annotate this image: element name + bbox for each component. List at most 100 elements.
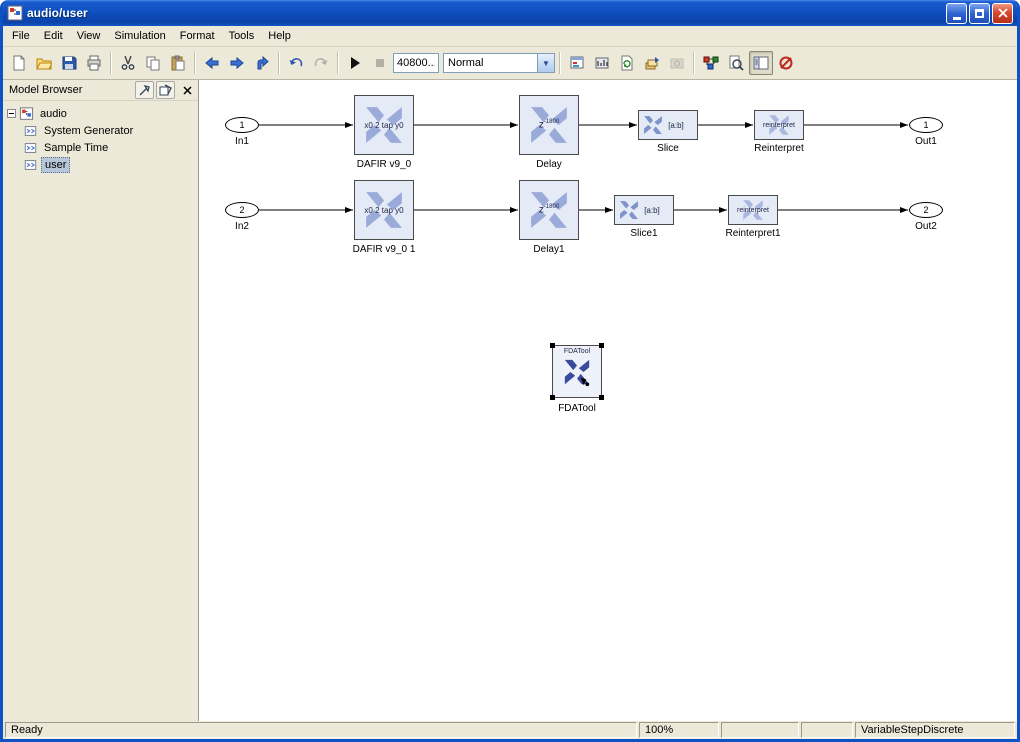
block-text: x0 2 tap y0 [364,120,404,130]
tree-item-audio[interactable]: audio [5,105,196,122]
status-cell [721,722,799,738]
block-text: reinterpret [763,121,795,129]
menu-help[interactable]: Help [261,28,298,44]
undo-button[interactable] [284,51,308,75]
block-text: z-1800 [538,204,560,216]
library-links-toggle-button[interactable] [135,81,154,99]
reinterpret-block[interactable]: reinterpret [754,110,804,140]
model-browser-tree: audio System Generator Sample Time user [3,101,198,721]
block-text: FDATool [563,348,591,355]
forward-button[interactable] [225,51,249,75]
fdatool-block[interactable]: FDATool [550,343,604,400]
simulation-mode-dropdown[interactable]: Normal ▼ [443,53,555,73]
delay-block[interactable]: z-1800 [519,95,579,155]
block-label: Slice1 [630,228,658,239]
selection-handle[interactable] [550,343,555,348]
block-text: x0 2 tap y0 [364,205,404,215]
collapse-icon[interactable] [7,109,16,118]
minimize-button[interactable] [946,2,967,24]
block-label: Reinterpret1 [725,228,781,239]
redo-button[interactable] [309,51,333,75]
model-browser-toggle-button[interactable] [749,51,773,75]
tree-item-sample-time[interactable]: Sample Time [5,139,196,156]
menu-format[interactable]: Format [173,28,222,44]
target-connection-button[interactable] [774,51,798,75]
redo-icon [314,58,328,67]
outport-block[interactable]: 2 [909,202,943,218]
library-browser-button[interactable] [699,51,723,75]
xilinx-logo-icon [562,356,590,387]
slice-block[interactable]: [a:b] [614,195,674,225]
close-icon [182,85,192,95]
save-icon [62,56,77,70]
copy-icon [146,56,160,71]
model-explorer-button[interactable] [565,51,589,75]
block-label: Out2 [915,221,937,232]
back-icon [205,56,219,70]
menu-view[interactable]: View [70,28,108,44]
menu-file[interactable]: File [5,28,37,44]
tree-item-system-generator[interactable]: System Generator [5,122,196,139]
undo-icon [289,58,303,67]
masked-subsystems-toggle-button[interactable] [156,81,175,99]
selection-handle[interactable] [599,395,604,400]
library-browser-icon [703,56,719,70]
status-zoom: 100% [639,722,719,738]
build-button[interactable] [665,51,689,75]
close-icon [997,8,1008,18]
generate-code-button[interactable] [640,51,664,75]
copy-button[interactable] [141,51,165,75]
cut-button[interactable] [116,51,140,75]
go-to-parent-button[interactable] [250,51,274,75]
selection-handle[interactable] [550,395,555,400]
sample-time-display-button[interactable] [590,51,614,75]
block-text: [a:b] [668,120,684,130]
diagram-canvas[interactable]: 1 In1 x0 2 tap y0 DAFIR v9_0 z-1800 Dela… [199,80,1017,721]
model-browser-title: Model Browser [9,84,83,96]
tree-item-user[interactable]: user [5,156,196,173]
port-number: 1 [239,120,245,130]
delay-block[interactable]: z-1800 [519,180,579,240]
signal-lines [259,122,908,213]
block-label: Delay1 [533,244,565,255]
inport-block[interactable]: 2 [225,202,259,218]
paste-button[interactable] [166,51,190,75]
open-model-button[interactable] [32,51,56,75]
dafir-block[interactable]: x0 2 tap y0 [354,180,414,240]
minimize-icon [952,16,961,20]
new-model-button[interactable] [7,51,31,75]
menu-simulation[interactable]: Simulation [107,28,172,44]
toolbar-separator [194,52,196,74]
xilinx-logo-icon [642,114,664,136]
start-simulation-button[interactable] [343,51,367,75]
save-button[interactable] [57,51,81,75]
print-button[interactable] [82,51,106,75]
block-label: In1 [235,136,249,147]
menu-tools[interactable]: Tools [222,28,262,44]
dafir-block[interactable]: x0 2 tap y0 [354,95,414,155]
inport-block[interactable]: 1 [225,117,259,133]
maximize-button[interactable] [969,2,990,24]
simulation-stop-time-input[interactable] [393,53,439,73]
model-explorer-icon [570,56,584,69]
close-model-browser-button[interactable] [179,82,195,98]
selection-handle[interactable] [599,343,604,348]
subsystem-icon [24,125,37,136]
stop-icon [376,59,384,67]
tree-item-label: user [41,156,71,173]
menu-edit[interactable]: Edit [37,28,70,44]
reinterpret-block[interactable]: reinterpret [728,195,778,225]
close-button[interactable] [992,2,1013,24]
find-icon [729,55,744,71]
slice-block[interactable]: [a:b] [638,110,698,140]
back-button[interactable] [200,51,224,75]
find-button[interactable] [724,51,748,75]
block-label: Slice [657,143,679,154]
update-diagram-button[interactable] [615,51,639,75]
outport-block[interactable]: 1 [909,117,943,133]
stop-simulation-button[interactable] [368,51,392,75]
block-label: FDATool [558,403,596,414]
port-number: 2 [923,205,929,215]
model-icon [19,106,34,120]
block-label: In2 [235,221,249,232]
